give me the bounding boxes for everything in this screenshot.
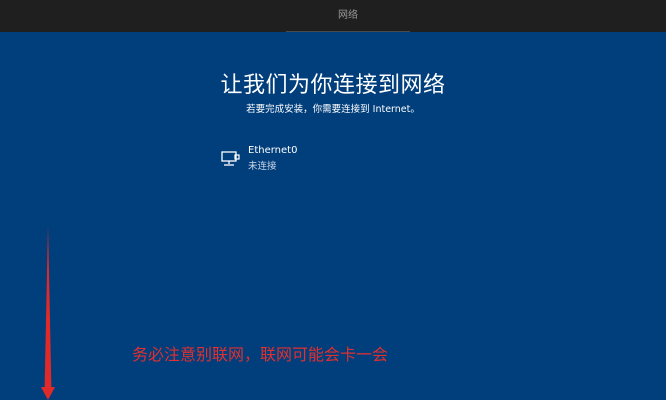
red-arrow-annotation bbox=[41, 225, 55, 400]
page-subtitle: 若要完成安装，你需要连接到 Internet。 bbox=[246, 104, 420, 115]
network-item-ethernet0[interactable]: Ethernet0 未连接 bbox=[218, 143, 418, 173]
page-title: 让我们为你连接到网络 bbox=[220, 73, 446, 98]
oobe-network-page: 让我们为你连接到网络 若要完成安装，你需要连接到 Internet。 Ether… bbox=[0, 32, 666, 400]
ethernet-icon bbox=[221, 151, 240, 166]
annotation-note: 务必注意别联网，联网可能会卡一会 bbox=[132, 345, 389, 364]
top-bar: 网络 bbox=[0, 0, 666, 33]
network-name: Ethernet0 bbox=[248, 145, 298, 156]
network-status: 未连接 bbox=[248, 161, 277, 172]
tab-network: 网络 bbox=[286, 0, 410, 32]
